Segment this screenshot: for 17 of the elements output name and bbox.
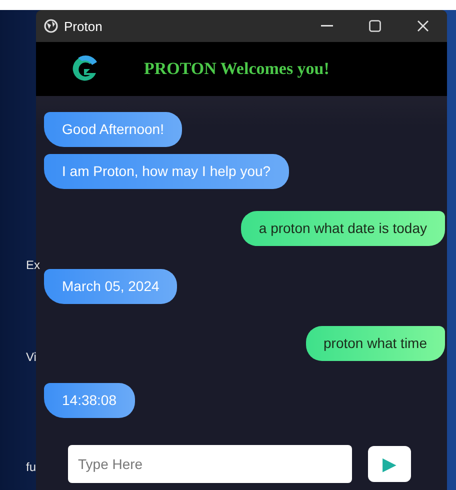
window-title: Proton — [64, 18, 104, 34]
globe-icon — [44, 19, 58, 33]
send-button[interactable]: ▶ — [368, 446, 411, 482]
message-input-field[interactable]: Type Here — [68, 445, 352, 483]
user-message: a proton what date is today — [240, 211, 445, 246]
close-icon — [417, 20, 429, 32]
desktop-icon-label: fu — [26, 460, 36, 474]
user-message: proton what time — [306, 326, 445, 361]
desktop-icon-label: Vi — [26, 350, 36, 364]
bot-message: 14:38:08 — [44, 383, 134, 418]
bot-message: March 05, 2024 — [44, 269, 178, 304]
welcome-title: PROTON Welcomes you! — [144, 59, 330, 79]
bot-message: Good Afternoon! — [44, 112, 182, 147]
minimize-icon — [321, 25, 333, 27]
desktop-icon-label: Ex — [26, 258, 40, 272]
bot-message: I am Proton, how may I help you? — [44, 154, 289, 189]
maximize-icon — [369, 20, 381, 32]
